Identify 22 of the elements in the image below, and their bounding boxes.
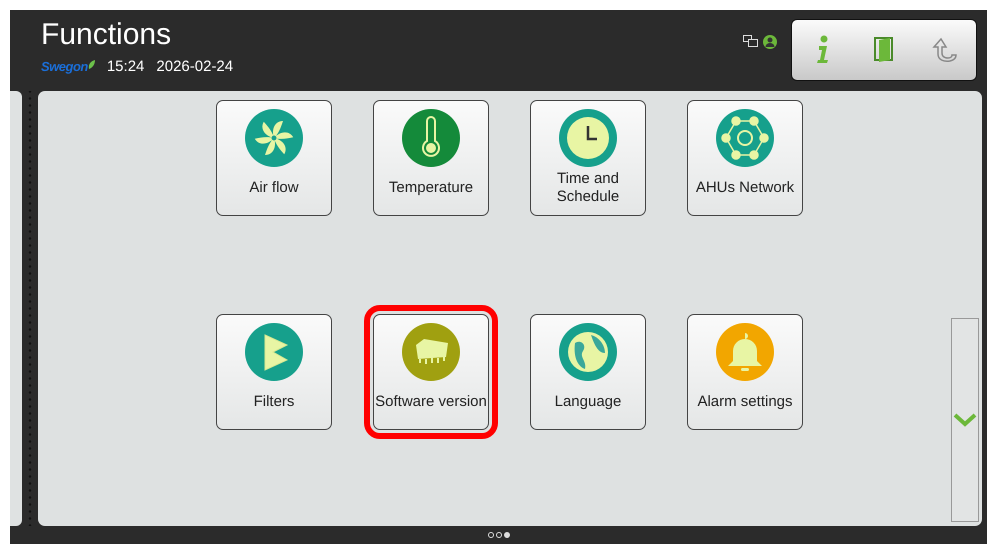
current-date: 2026-02-24	[156, 58, 234, 75]
function-tile[interactable]: Alarm settings	[687, 314, 803, 430]
function-tile[interactable]: Temperature	[373, 100, 489, 216]
page-dot[interactable]	[504, 532, 510, 538]
screens-icon	[743, 35, 758, 47]
back-arrow-icon	[932, 36, 958, 64]
leaf-icon	[88, 60, 95, 68]
info-icon	[816, 35, 830, 65]
page-dot[interactable]	[488, 532, 494, 538]
function-tile[interactable]: Language	[530, 314, 646, 430]
function-tile[interactable]: Filters	[216, 314, 332, 430]
brand-logo: Swegon	[41, 59, 88, 74]
function-tile[interactable]: Air flow	[216, 100, 332, 216]
chevron-down-icon	[953, 413, 977, 427]
function-tile[interactable]: AHUs Network	[687, 100, 803, 216]
scroll-down-button[interactable]	[951, 318, 979, 522]
page-dot[interactable]	[496, 532, 502, 538]
screen-title: Functions	[41, 18, 172, 52]
function-tile[interactable]: Time and Schedule	[530, 100, 646, 216]
clock-time: 15:24	[106, 58, 144, 75]
user-icon	[763, 35, 777, 49]
door-icon	[874, 37, 894, 63]
